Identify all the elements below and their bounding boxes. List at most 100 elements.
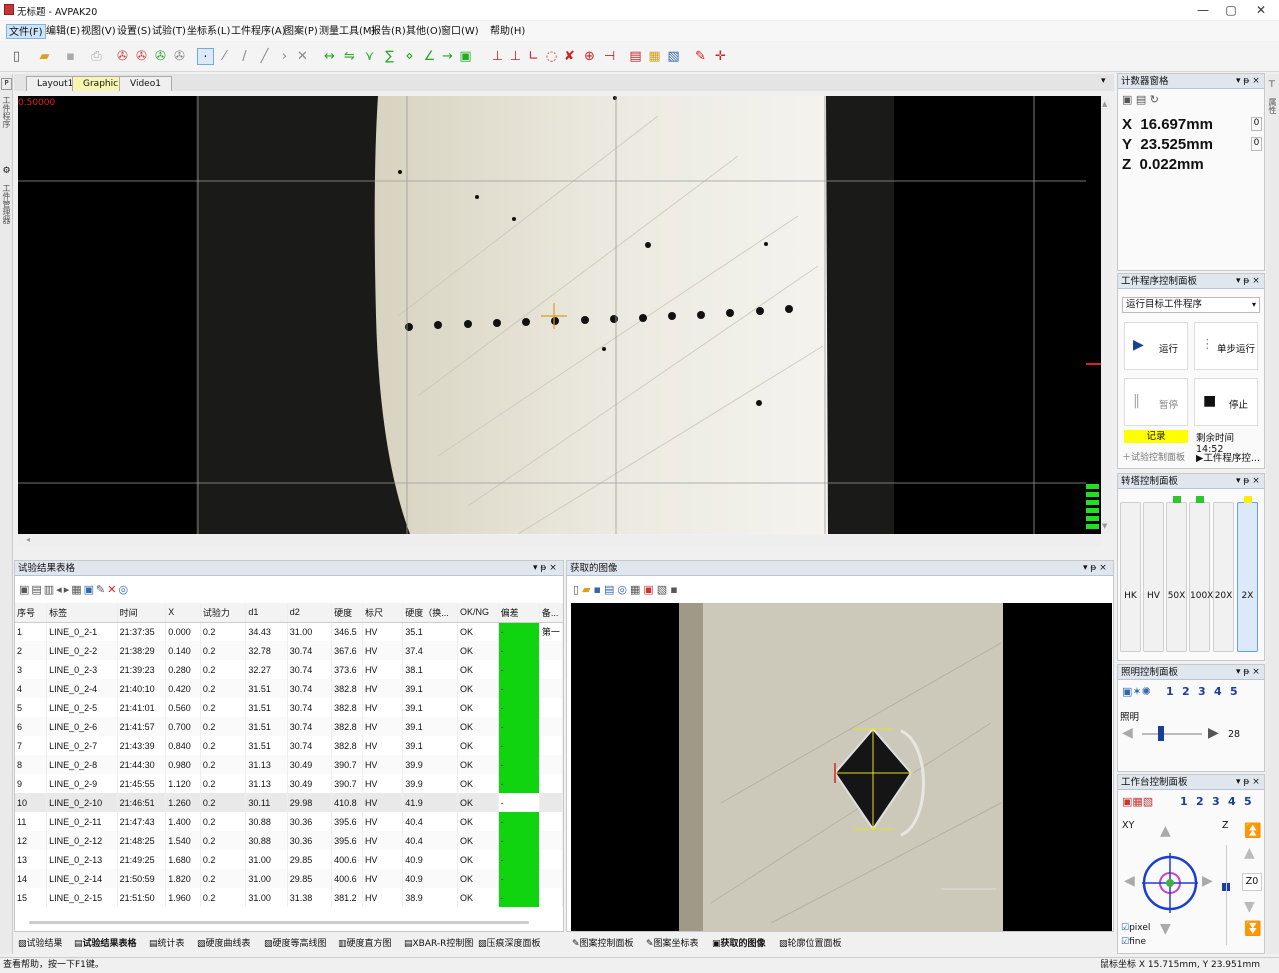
- measure-d-icon[interactable]: ⋄: [401, 48, 418, 65]
- menu-test[interactable]: 试验(T): [150, 24, 188, 39]
- column-header[interactable]: 标签: [46, 603, 118, 623]
- tool-a-icon[interactable]: ✇: [114, 48, 131, 65]
- tab-pattern-coords[interactable]: ✎图案坐标表: [646, 937, 699, 951]
- pixel-checkbox[interactable]: ☑pixel: [1121, 923, 1150, 933]
- panel-menu-icon[interactable]: ▾ ᵽ ×: [1236, 74, 1260, 89]
- menu-pattern[interactable]: 图案(P): [282, 24, 320, 39]
- menu-other[interactable]: 其他(O): [404, 24, 444, 39]
- side-tab-properties[interactable]: 属性: [1268, 98, 1277, 114]
- y-zero-button[interactable]: 0: [1251, 137, 1262, 151]
- z-fast-down-icon[interactable]: ⏬: [1244, 921, 1261, 937]
- save-icon[interactable]: ▪: [62, 48, 79, 65]
- light-preset-2[interactable]: 2: [1182, 685, 1190, 698]
- light-preset-4[interactable]: 4: [1214, 685, 1222, 698]
- tab-hardness-curve[interactable]: ▧硬度曲线表: [197, 937, 251, 951]
- table-row[interactable]: 1 LINE_0_2-1 21:37:35 0.000 0.2 34.43 31.00 346…: [15, 622, 563, 641]
- tab-video1[interactable]: Video1: [119, 76, 172, 91]
- panel-menu-icon[interactable]: ▾ ᵽ ×: [1236, 274, 1260, 289]
- tab-results-table[interactable]: ▤试验结果表格: [74, 937, 137, 951]
- coord-c-icon[interactable]: ∟: [525, 48, 542, 65]
- panel-menu-icon[interactable]: ▾ ᵽ ×: [1236, 665, 1260, 680]
- results-hscrollbar[interactable]: [29, 921, 529, 924]
- coord-d-icon[interactable]: ◌: [543, 48, 560, 65]
- print-icon[interactable]: ⎙: [88, 48, 105, 65]
- stage-preset-4[interactable]: 4: [1228, 795, 1236, 808]
- measure-c-icon[interactable]: ∑: [381, 48, 398, 65]
- maximize-button[interactable]: ▢: [1218, 2, 1244, 18]
- report-a-icon[interactable]: ▤: [627, 48, 644, 65]
- light-decrease-icon[interactable]: ◀: [1122, 725, 1133, 741]
- new-file-icon[interactable]: ▯: [8, 48, 25, 65]
- tab-contour-position[interactable]: ▧轮廓位置面板: [779, 937, 842, 951]
- tab-hardness-histogram[interactable]: ▥硬度直方图: [338, 937, 392, 951]
- table-row[interactable]: 4 LINE_0_2-4 21:40:10 0.420 0.2 31.51 30.74 382…: [15, 679, 563, 698]
- results-toolbar[interactable]: ▣▤▥◂▸▦▣✎✕◎: [19, 583, 130, 596]
- close-button[interactable]: ✕: [1248, 2, 1274, 18]
- coord-e-icon[interactable]: ✘: [561, 48, 578, 65]
- table-row[interactable]: 14 LINE_0_2-14 21:50:59 1.820 0.2 31.00 29.85 4…: [15, 869, 563, 888]
- point-tool-icon[interactable]: ·: [197, 48, 214, 65]
- menu-help[interactable]: 帮助(H): [488, 24, 527, 39]
- ray-tool-icon[interactable]: ╱: [256, 48, 273, 65]
- table-row[interactable]: 12 LINE_0_2-12 21:48:25 1.540 0.2 30.88 30.36 3…: [15, 831, 563, 850]
- stage-preset-5[interactable]: 5: [1244, 795, 1252, 808]
- viewer-horizontal-scrollbar[interactable]: ◂: [18, 535, 1101, 546]
- menu-program[interactable]: 工件程序(A): [229, 24, 288, 39]
- counter-tools-icon[interactable]: ▣ ▤ ↻: [1122, 93, 1159, 106]
- menu-view[interactable]: 视图(V): [79, 24, 118, 39]
- tool-b-icon[interactable]: ✇: [133, 48, 150, 65]
- stage-up-icon[interactable]: ▲: [1160, 823, 1171, 839]
- tool-extra-a-icon[interactable]: ✎: [692, 48, 709, 65]
- cross-tool-icon[interactable]: ✕: [294, 48, 311, 65]
- panel-menu-icon[interactable]: ▾ ᵽ ×: [1236, 474, 1260, 489]
- column-header[interactable]: 标尺: [362, 603, 404, 623]
- z-slider[interactable]: [1226, 845, 1227, 945]
- stage-left-icon[interactable]: ◀: [1124, 873, 1135, 889]
- side-tab-program[interactable]: 工件程序: [2, 96, 11, 128]
- lens-20x[interactable]: 20X: [1213, 502, 1234, 652]
- tabs-dropdown-icon[interactable]: ▾: [1101, 76, 1106, 86]
- menu-window[interactable]: 窗口(W): [439, 24, 481, 39]
- panel-menu-icon[interactable]: ▾ ᵽ ×: [533, 561, 557, 576]
- panel-menu-icon[interactable]: ▾ ᵽ ×: [1236, 775, 1260, 790]
- table-row[interactable]: 6 LINE_0_2-6 21:41:57 0.700 0.2 31.51 30.74 382…: [15, 717, 563, 736]
- menu-edit[interactable]: 编辑(E): [44, 24, 82, 39]
- stage-down-icon[interactable]: ▼: [1160, 921, 1171, 937]
- lens-100x[interactable]: 100X: [1189, 496, 1213, 652]
- lens-hv[interactable]: HV: [1143, 502, 1164, 652]
- lens-hk[interactable]: HK: [1120, 502, 1141, 652]
- tab-test-results[interactable]: ▧试验结果: [18, 937, 63, 951]
- light-increase-icon[interactable]: ▶: [1208, 725, 1219, 741]
- tab-depth-panel[interactable]: ▧压痕深度面板: [478, 937, 541, 951]
- joystick-icon[interactable]: [1142, 849, 1198, 919]
- minimize-button[interactable]: —: [1190, 2, 1216, 18]
- tab-xbar-r[interactable]: ▤XBAR-R控制图: [404, 937, 473, 951]
- microscope-live-view[interactable]: 0.50000: [18, 96, 1101, 534]
- table-row[interactable]: 5 LINE_0_2-5 21:41:01 0.560 0.2 31.51 30.74 382…: [15, 698, 563, 717]
- coord-g-icon[interactable]: ⊣: [601, 48, 618, 65]
- tab-statistics[interactable]: ▤统计表: [149, 937, 185, 951]
- coord-b-icon[interactable]: ⊥: [507, 48, 524, 65]
- line-tool-icon[interactable]: ⁄: [216, 48, 233, 65]
- table-row[interactable]: 11 LINE_0_2-11 21:47:43 1.400 0.2 30.88 30.36 3…: [15, 812, 563, 831]
- captured-toolbar[interactable]: ▯▰▪▤◎▦▣▧▪: [573, 583, 681, 596]
- angle-tool-icon[interactable]: ›: [276, 48, 293, 65]
- column-header[interactable]: 备...: [539, 603, 563, 623]
- table-row[interactable]: 13 LINE_0_2-13 21:49:25 1.680 0.2 31.00 29.85 4…: [15, 850, 563, 869]
- test-control-link[interactable]: ＋试验控制面板: [1122, 450, 1185, 463]
- coord-f-icon[interactable]: ⊕: [581, 48, 598, 65]
- stage-preset-3[interactable]: 3: [1212, 795, 1220, 808]
- manager-tab-icon[interactable]: ⚙: [1, 166, 12, 178]
- pin-icon[interactable]: ⊤: [1268, 80, 1276, 90]
- step-run-button[interactable]: ⋮ 单步运行: [1194, 322, 1258, 370]
- tool-c-icon[interactable]: ✇: [152, 48, 169, 65]
- menu-file[interactable]: 文件(F): [6, 24, 46, 39]
- light-slider-thumb[interactable]: [1158, 726, 1164, 741]
- light-tools-icon[interactable]: ▣✶✺: [1122, 685, 1151, 698]
- report-b-icon[interactable]: ▦: [646, 48, 663, 65]
- z-up-icon[interactable]: ▲: [1244, 845, 1255, 861]
- tab-captured-image[interactable]: ▣获取的图像: [712, 937, 766, 951]
- column-header[interactable]: 偏差: [498, 603, 540, 623]
- x-zero-button[interactable]: 0: [1251, 117, 1262, 131]
- column-header[interactable]: 时间: [117, 603, 167, 623]
